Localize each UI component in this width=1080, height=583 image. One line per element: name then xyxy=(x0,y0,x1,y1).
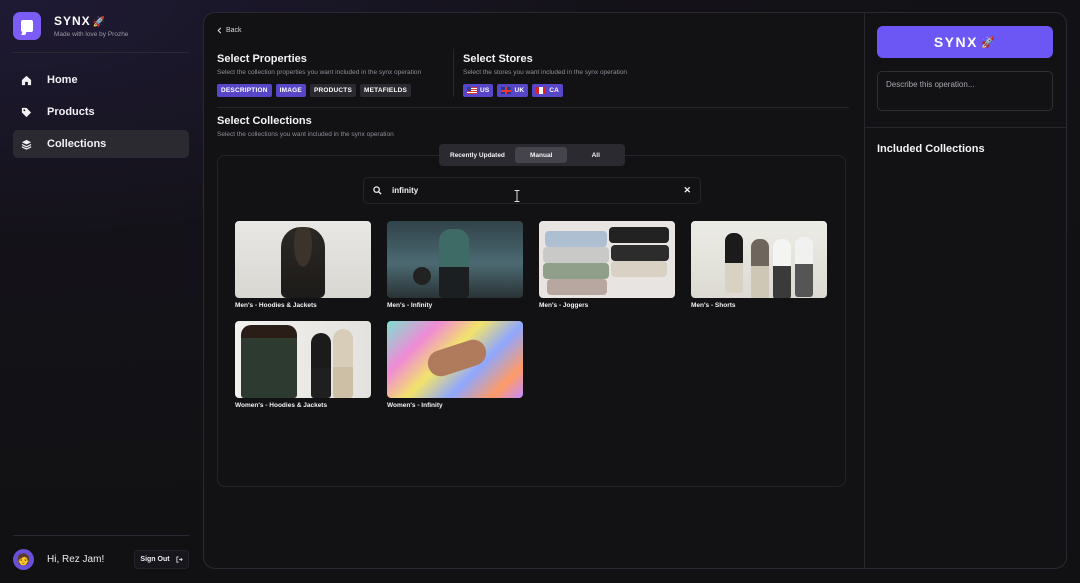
store-chip-ca[interactable]: CA xyxy=(532,84,564,97)
collection-image xyxy=(691,221,827,298)
store-label: US xyxy=(480,87,490,94)
us-flag-icon xyxy=(467,87,477,94)
collection-search: ✕ xyxy=(363,177,701,204)
sidebar: SYNX 🚀 Made with love by Prozhe Home Prod… xyxy=(0,0,202,583)
collection-label: Men's - Joggers xyxy=(539,302,589,309)
layers-icon xyxy=(21,139,32,150)
collection-image xyxy=(235,321,371,398)
brand[interactable]: SYNX 🚀 Made with love by Prozhe xyxy=(13,12,128,40)
properties-section: Select Properties Select the collection … xyxy=(217,53,421,97)
collection-card[interactable]: Men's - Joggers xyxy=(539,221,675,312)
brand-tagline: Made with love by Prozhe xyxy=(54,31,129,38)
user-greeting: Hi, Rez Jam! xyxy=(47,554,105,565)
sidebar-nav: Home Products Collections xyxy=(13,66,189,162)
rocket-icon: 🚀 xyxy=(980,36,997,49)
tag-icon xyxy=(21,107,32,118)
collections-header: Select Collections Select the collection… xyxy=(217,115,394,138)
property-chips: DESCRIPTION IMAGE PRODUCTS METAFIELDS xyxy=(217,84,421,97)
collection-filter-tabs: Recently Updated Manual All xyxy=(439,144,625,166)
stores-section: Select Stores Select the stores you want… xyxy=(463,53,627,97)
collection-image xyxy=(539,221,675,298)
sidebar-divider xyxy=(13,52,189,53)
collection-label: Women's - Infinity xyxy=(387,402,443,409)
clear-search-icon[interactable]: ✕ xyxy=(683,185,691,196)
back-label: Back xyxy=(226,27,242,34)
user-profile: 🧑 Hi, Rez Jam! xyxy=(13,549,104,570)
ca-flag-icon xyxy=(536,87,547,94)
rocket-icon: 🚀 xyxy=(92,17,107,28)
synx-logo-icon xyxy=(13,12,41,40)
collection-label: Men's - Infinity xyxy=(387,302,433,309)
chip-products[interactable]: PRODUCTS xyxy=(309,84,357,97)
section-divider xyxy=(453,49,454,97)
collections-subtitle: Select the collections you want included… xyxy=(217,131,394,138)
search-input[interactable] xyxy=(392,186,684,195)
sidebar-item-collections[interactable]: Collections xyxy=(13,130,189,158)
sidebar-divider xyxy=(13,535,189,536)
text-cursor-icon xyxy=(514,190,520,202)
store-chip-us[interactable]: US xyxy=(463,84,494,97)
collection-label: Women's - Hoodies & Jackets xyxy=(235,402,328,409)
tab-all[interactable]: All xyxy=(569,147,622,163)
right-panel-divider xyxy=(864,127,1066,128)
sidebar-item-products[interactable]: Products xyxy=(13,98,189,126)
sign-out-label: Sign Out xyxy=(140,556,170,563)
sidebar-item-label: Home xyxy=(47,74,78,86)
tab-manual[interactable]: Manual xyxy=(514,147,568,163)
stores-subtitle: Select the stores you want included in t… xyxy=(463,69,628,76)
avatar[interactable]: 🧑 xyxy=(13,549,34,570)
search-icon xyxy=(373,186,382,195)
collection-card[interactable]: Men's - Hoodies & Jackets xyxy=(235,221,371,312)
collection-label: Men's - Hoodies & Jackets xyxy=(235,302,317,309)
sign-out-button[interactable]: Sign Out xyxy=(134,550,189,569)
uk-flag-icon xyxy=(501,87,512,94)
section-divider xyxy=(217,107,849,108)
sidebar-item-label: Products xyxy=(47,106,95,118)
collection-card[interactable]: Women's - Infinity xyxy=(387,321,523,412)
sidebar-item-label: Collections xyxy=(47,138,107,150)
collections-grid: Men's - Hoodies & Jackets Men's - Infini… xyxy=(235,221,827,412)
collection-card[interactable]: Women's - Hoodies & Jackets xyxy=(235,321,371,412)
logout-icon xyxy=(176,556,183,563)
tab-recently-updated[interactable]: Recently Updated xyxy=(442,147,513,163)
store-chips: US UK CA xyxy=(463,84,627,97)
collection-image xyxy=(387,321,523,398)
chip-image[interactable]: IMAGE xyxy=(275,84,306,97)
collection-label: Men's - Shorts xyxy=(691,302,736,309)
sidebar-item-home[interactable]: Home xyxy=(13,66,189,94)
store-chip-uk[interactable]: UK xyxy=(497,84,529,97)
synx-button-label: SYNX xyxy=(933,34,978,50)
panel-divider xyxy=(864,13,865,568)
store-label: CA xyxy=(549,87,560,94)
collection-card[interactable]: Men's - Shorts xyxy=(691,221,827,312)
description-textarea[interactable] xyxy=(877,71,1053,111)
included-collections-title: Included Collections xyxy=(877,143,985,155)
synx-button[interactable]: SYNX 🚀 xyxy=(877,26,1053,58)
collection-image xyxy=(235,221,371,298)
store-label: UK xyxy=(514,87,525,94)
collections-title: Select Collections xyxy=(217,115,312,127)
chevron-left-icon xyxy=(217,27,222,34)
chip-metafields[interactable]: METAFIELDS xyxy=(360,84,412,97)
brand-name: SYNX 🚀 xyxy=(54,14,107,28)
collection-card[interactable]: Men's - Infinity xyxy=(387,221,523,312)
properties-title: Select Properties xyxy=(217,53,307,65)
chip-description[interactable]: DESCRIPTION xyxy=(217,84,272,97)
back-link[interactable]: Back xyxy=(217,27,242,34)
stores-title: Select Stores xyxy=(463,53,533,65)
collection-image xyxy=(387,221,523,298)
properties-subtitle: Select the collection properties you wan… xyxy=(217,69,422,76)
home-icon xyxy=(21,75,32,86)
